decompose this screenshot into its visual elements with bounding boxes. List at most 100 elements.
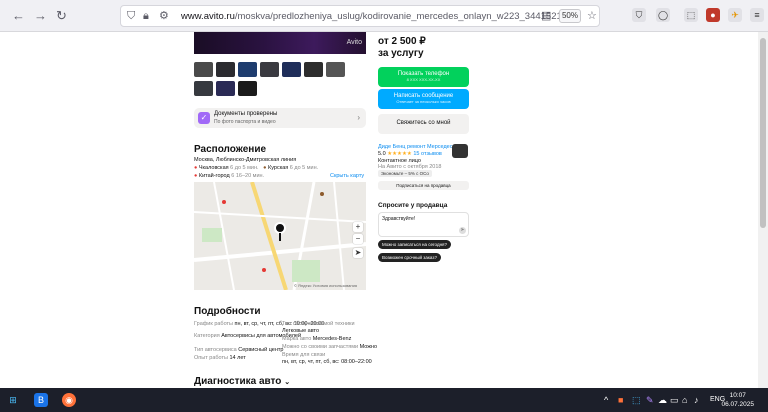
detail-label: Время для связи xyxy=(282,352,326,358)
map-pin-tail xyxy=(279,233,281,241)
detail-label: Тип автосервиса xyxy=(194,347,237,353)
forward-arrow-icon[interactable]: → xyxy=(34,9,47,23)
account-icon[interactable]: ◯ xyxy=(656,8,670,22)
firefox-icon[interactable]: ◉ xyxy=(62,393,76,407)
thumbnail[interactable] xyxy=(194,81,213,96)
contact-me-button[interactable]: Свяжитесь со мной xyxy=(378,114,469,134)
bookmark-star-icon[interactable]: ☆ xyxy=(587,10,597,22)
snip-icon[interactable]: ⬚ xyxy=(632,394,641,406)
detail-row: Время для связи xyxy=(282,352,325,358)
reload-icon[interactable]: ↻ xyxy=(56,9,67,23)
system-clock[interactable]: 10:07 06.07.2025 xyxy=(721,391,754,409)
write-message-button[interactable]: Написать сообщение Отвечает за несколько… xyxy=(378,89,469,109)
url-text[interactable]: www.avito.ru/moskva/predlozheniya_uslug/… xyxy=(181,11,578,22)
thumbnail[interactable] xyxy=(238,62,257,77)
send-arrow-icon[interactable]: ➤ xyxy=(459,227,466,234)
seller-avatar[interactable] xyxy=(452,144,468,158)
detail-label: Опыт работы xyxy=(194,355,228,361)
detail-row: Можно со своими запчастями Можно xyxy=(282,344,377,350)
url-domain: www.avito.ru xyxy=(181,11,235,22)
main-photo[interactable]: Avito xyxy=(194,32,366,54)
volume-icon[interactable]: ♪ xyxy=(694,394,699,406)
reader-view-icon[interactable]: ▤ xyxy=(541,10,551,22)
metro-time: 6 до 5 мин. xyxy=(230,165,259,171)
metro-time: 6 16–20 мин. xyxy=(231,173,265,179)
shield-icon[interactable]: ⛉ xyxy=(127,10,135,22)
ask-seller-input[interactable]: Здравствуйте! ➤ xyxy=(378,212,469,237)
metro-name: Курская xyxy=(268,165,289,171)
thumbnail[interactable] xyxy=(304,62,323,77)
pocket-icon[interactable]: ⛉ xyxy=(632,8,646,22)
extensions-icon[interactable]: ⬚ xyxy=(684,8,698,22)
detail-value: Сервисный центр xyxy=(238,347,284,353)
detail-row: Марка авто Mercedes-Benz xyxy=(282,336,351,342)
detail-label: Тип обслуживаемой техники xyxy=(282,321,355,327)
page-scrollbar[interactable] xyxy=(758,32,768,388)
verified-documents-banner[interactable]: ✓ Документы проверены По фото паспорта и… xyxy=(194,108,366,128)
discount-badge: Экономьте – 5% с ОСо xyxy=(378,170,432,177)
permissions-icon[interactable]: ⚙ xyxy=(159,10,169,22)
zoom-in-button[interactable]: + xyxy=(353,222,363,232)
thumbnail[interactable] xyxy=(282,62,301,77)
app-b-icon[interactable]: B xyxy=(34,393,48,407)
seller-rating[interactable]: 5.0 ★★★★★ 15 отзывов xyxy=(378,151,442,157)
clock-time: 10:07 xyxy=(729,392,746,399)
map[interactable]: + − ➤ © Яндекс Условия использования xyxy=(194,182,366,290)
reviews-link[interactable]: 15 отзывов xyxy=(413,151,441,157)
detail-row: Тип обслуживаемой техники xyxy=(282,321,355,327)
detail-row: Тип автосервиса Сервисный центр xyxy=(194,347,283,353)
price: от 2 500 ₽ за услугу xyxy=(378,36,426,60)
addon-rocket-icon[interactable]: ✈ xyxy=(728,8,742,22)
back-arrow-icon[interactable]: ← xyxy=(12,9,25,23)
pen-icon[interactable]: ✎ xyxy=(646,394,654,406)
metro-time: 6 до 5 мин. xyxy=(289,165,319,171)
subscribe-button[interactable]: Подписаться на продавца xyxy=(378,181,469,190)
reply-time: Отвечает за несколько часов xyxy=(396,99,451,104)
windows-start-icon[interactable]: ⊞ xyxy=(6,393,20,407)
detail-label: График работы xyxy=(194,321,233,327)
network-icon[interactable]: ⌂ xyxy=(682,394,687,406)
cloud-icon[interactable]: ☁ xyxy=(658,394,667,406)
phone-mask: 8 ХХХ ХХХ-ХХ-ХХ xyxy=(406,77,441,82)
seller-name-link[interactable]: Диде Бенц ремонт Мерседес xyxy=(378,144,453,150)
detail-label: Марка авто xyxy=(282,336,312,342)
lock-icon[interactable]: 🔒︎ xyxy=(143,10,149,22)
quick-question-chip[interactable]: Можно записаться на сегодня? xyxy=(378,240,451,249)
thumbnail[interactable] xyxy=(216,81,235,96)
geolocation-icon[interactable]: ➤ xyxy=(353,248,363,258)
tray-chevron-up-icon[interactable]: ^ xyxy=(604,394,608,406)
thumbnail[interactable] xyxy=(260,62,279,77)
quick-question-chip[interactable]: Возможен срочный заказ? xyxy=(378,253,441,262)
detail-value: Mercedes-Benz xyxy=(312,336,352,342)
page-content: Avito ✓ Документы проверены По фото пасп… xyxy=(0,32,768,388)
ask-seller-text: Здравствуйте! xyxy=(382,216,416,222)
contact-me-label: Свяжитесь со мной xyxy=(396,120,451,126)
monitor-icon[interactable]: ▭ xyxy=(670,394,679,406)
detail-value: пн, вт, ср, чт, пт, сб, вс: 08:00–22:00 xyxy=(282,359,372,365)
verified-check-icon: ✓ xyxy=(198,112,210,124)
tray-app-icon[interactable]: ■ xyxy=(618,394,623,406)
browser-toolbar: ← → ↻ ⛉ 🔒︎ ⚙ www.avito.ru/moskva/predloz… xyxy=(0,0,768,32)
addon-red-icon[interactable]: ● xyxy=(706,8,720,22)
diagnostics-heading[interactable]: Диагностика авто ⌄ xyxy=(194,376,290,387)
hide-map-link[interactable]: Скрыть карту xyxy=(330,173,364,179)
url-path: /moskva/predlozheniya_uslug/kodirovanie_… xyxy=(234,11,578,22)
metro-name: Китай-город xyxy=(198,173,230,179)
zoom-out-button[interactable]: − xyxy=(353,234,363,244)
zoom-level[interactable]: 50% xyxy=(559,9,581,23)
diagnostics-title: Диагностика авто xyxy=(194,376,282,387)
show-phone-button[interactable]: Показать телефон 8 ХХХ ХХХ-ХХ-ХХ xyxy=(378,67,469,87)
metro-row-1: ● Чкаловская 6 до 5 мин. ● Курская 6 до … xyxy=(194,165,318,171)
address-bar[interactable]: ⛉ 🔒︎ ⚙ www.avito.ru/moskva/predlozheniya… xyxy=(120,5,600,27)
scrollbar-thumb[interactable] xyxy=(760,38,766,228)
menu-icon[interactable]: ≡ xyxy=(750,8,764,22)
detail-value: 14 лет xyxy=(229,355,246,361)
thumbnail[interactable] xyxy=(326,62,345,77)
rating-stars-icon: ★★★★★ xyxy=(387,151,412,157)
details-heading: Подробности xyxy=(194,306,261,317)
thumbnail[interactable] xyxy=(194,62,213,77)
thumbnail[interactable] xyxy=(238,81,257,96)
price-unit: за услугу xyxy=(378,48,424,59)
metro-name: Чкаловская xyxy=(198,165,229,171)
thumbnail[interactable] xyxy=(216,62,235,77)
